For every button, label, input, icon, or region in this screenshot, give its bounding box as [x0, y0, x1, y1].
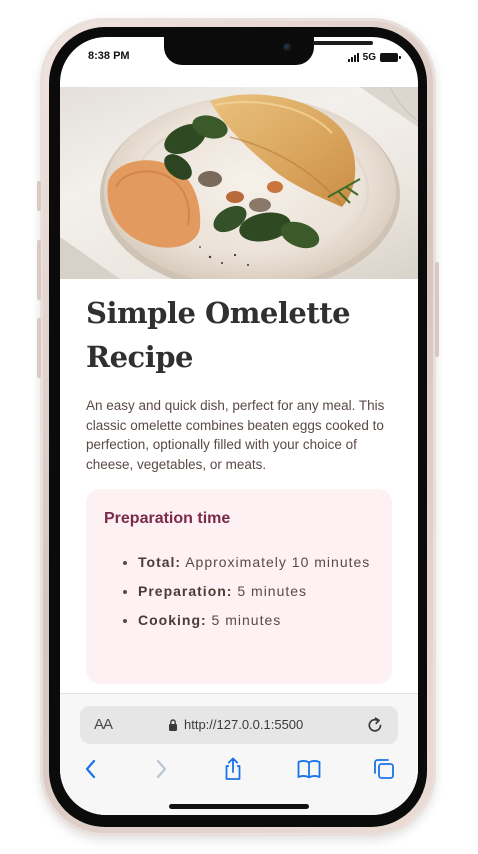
recipe-title: Simple Omelette Recipe — [86, 296, 351, 374]
back-icon[interactable] — [78, 756, 104, 782]
home-indicator — [169, 804, 309, 809]
address-bar[interactable]: AA http://127.0.0.1:5500 — [80, 706, 398, 744]
browser-bottom-bar: AA http://127.0.0.1:5500 — [60, 693, 418, 815]
volume-down-button — [37, 318, 41, 378]
status-time: 8:38 PM — [88, 50, 130, 62]
list-item: Cooking: 5 minutes — [138, 606, 408, 635]
recipe-content: Simple Omelette Recipe An easy and quick… — [60, 279, 418, 693]
list-item-label: Total: — [138, 554, 182, 570]
network-label: 5G — [362, 51, 376, 63]
notch — [164, 37, 373, 65]
status-indicators: 5G — [347, 51, 401, 63]
preparation-time-card: Preparation time Total: Approximately 10… — [86, 489, 392, 684]
phone-screen: 8:38 PM 5G Simple Omelette Recipe An eas… — [60, 37, 418, 815]
browser-toolbar — [60, 756, 418, 786]
front-camera — [283, 43, 292, 52]
signal-icon — [347, 52, 359, 62]
list-item-value: Approximately 10 minutes — [185, 554, 371, 570]
bookmarks-icon[interactable] — [296, 756, 322, 782]
power-button — [435, 262, 439, 357]
list-item: Preparation: 5 minutes — [138, 577, 408, 606]
lock-icon — [169, 718, 177, 731]
preparation-heading: Preparation time — [104, 510, 231, 527]
share-icon[interactable] — [220, 756, 246, 782]
list-item: Total: Approximately 10 minutes — [138, 548, 408, 577]
status-bar: 8:38 PM 5G — [60, 37, 418, 87]
forward-icon[interactable] — [148, 756, 174, 782]
url-text: http://127.0.0.1:5500 — [184, 717, 304, 732]
recipe-description: An easy and quick dish, perfect for any … — [86, 398, 385, 472]
list-item-value: 5 minutes — [237, 583, 308, 599]
preparation-list: Total: Approximately 10 minutes Preparat… — [104, 548, 408, 635]
reload-icon[interactable] — [366, 716, 384, 734]
tabs-icon[interactable] — [371, 756, 397, 782]
list-item-label: Preparation: — [138, 583, 233, 599]
list-item-value: 5 minutes — [211, 612, 282, 628]
url-display[interactable]: http://127.0.0.1:5500 — [168, 717, 303, 732]
volume-up-button — [37, 240, 41, 300]
speaker-grille — [313, 41, 373, 45]
battery-icon — [380, 52, 401, 62]
text-size-button[interactable]: AA — [94, 716, 113, 733]
list-item-label: Cooking: — [138, 612, 207, 628]
omelette-illustration — [60, 87, 418, 279]
omelette-hero-image — [60, 87, 418, 279]
mute-switch — [37, 181, 41, 211]
